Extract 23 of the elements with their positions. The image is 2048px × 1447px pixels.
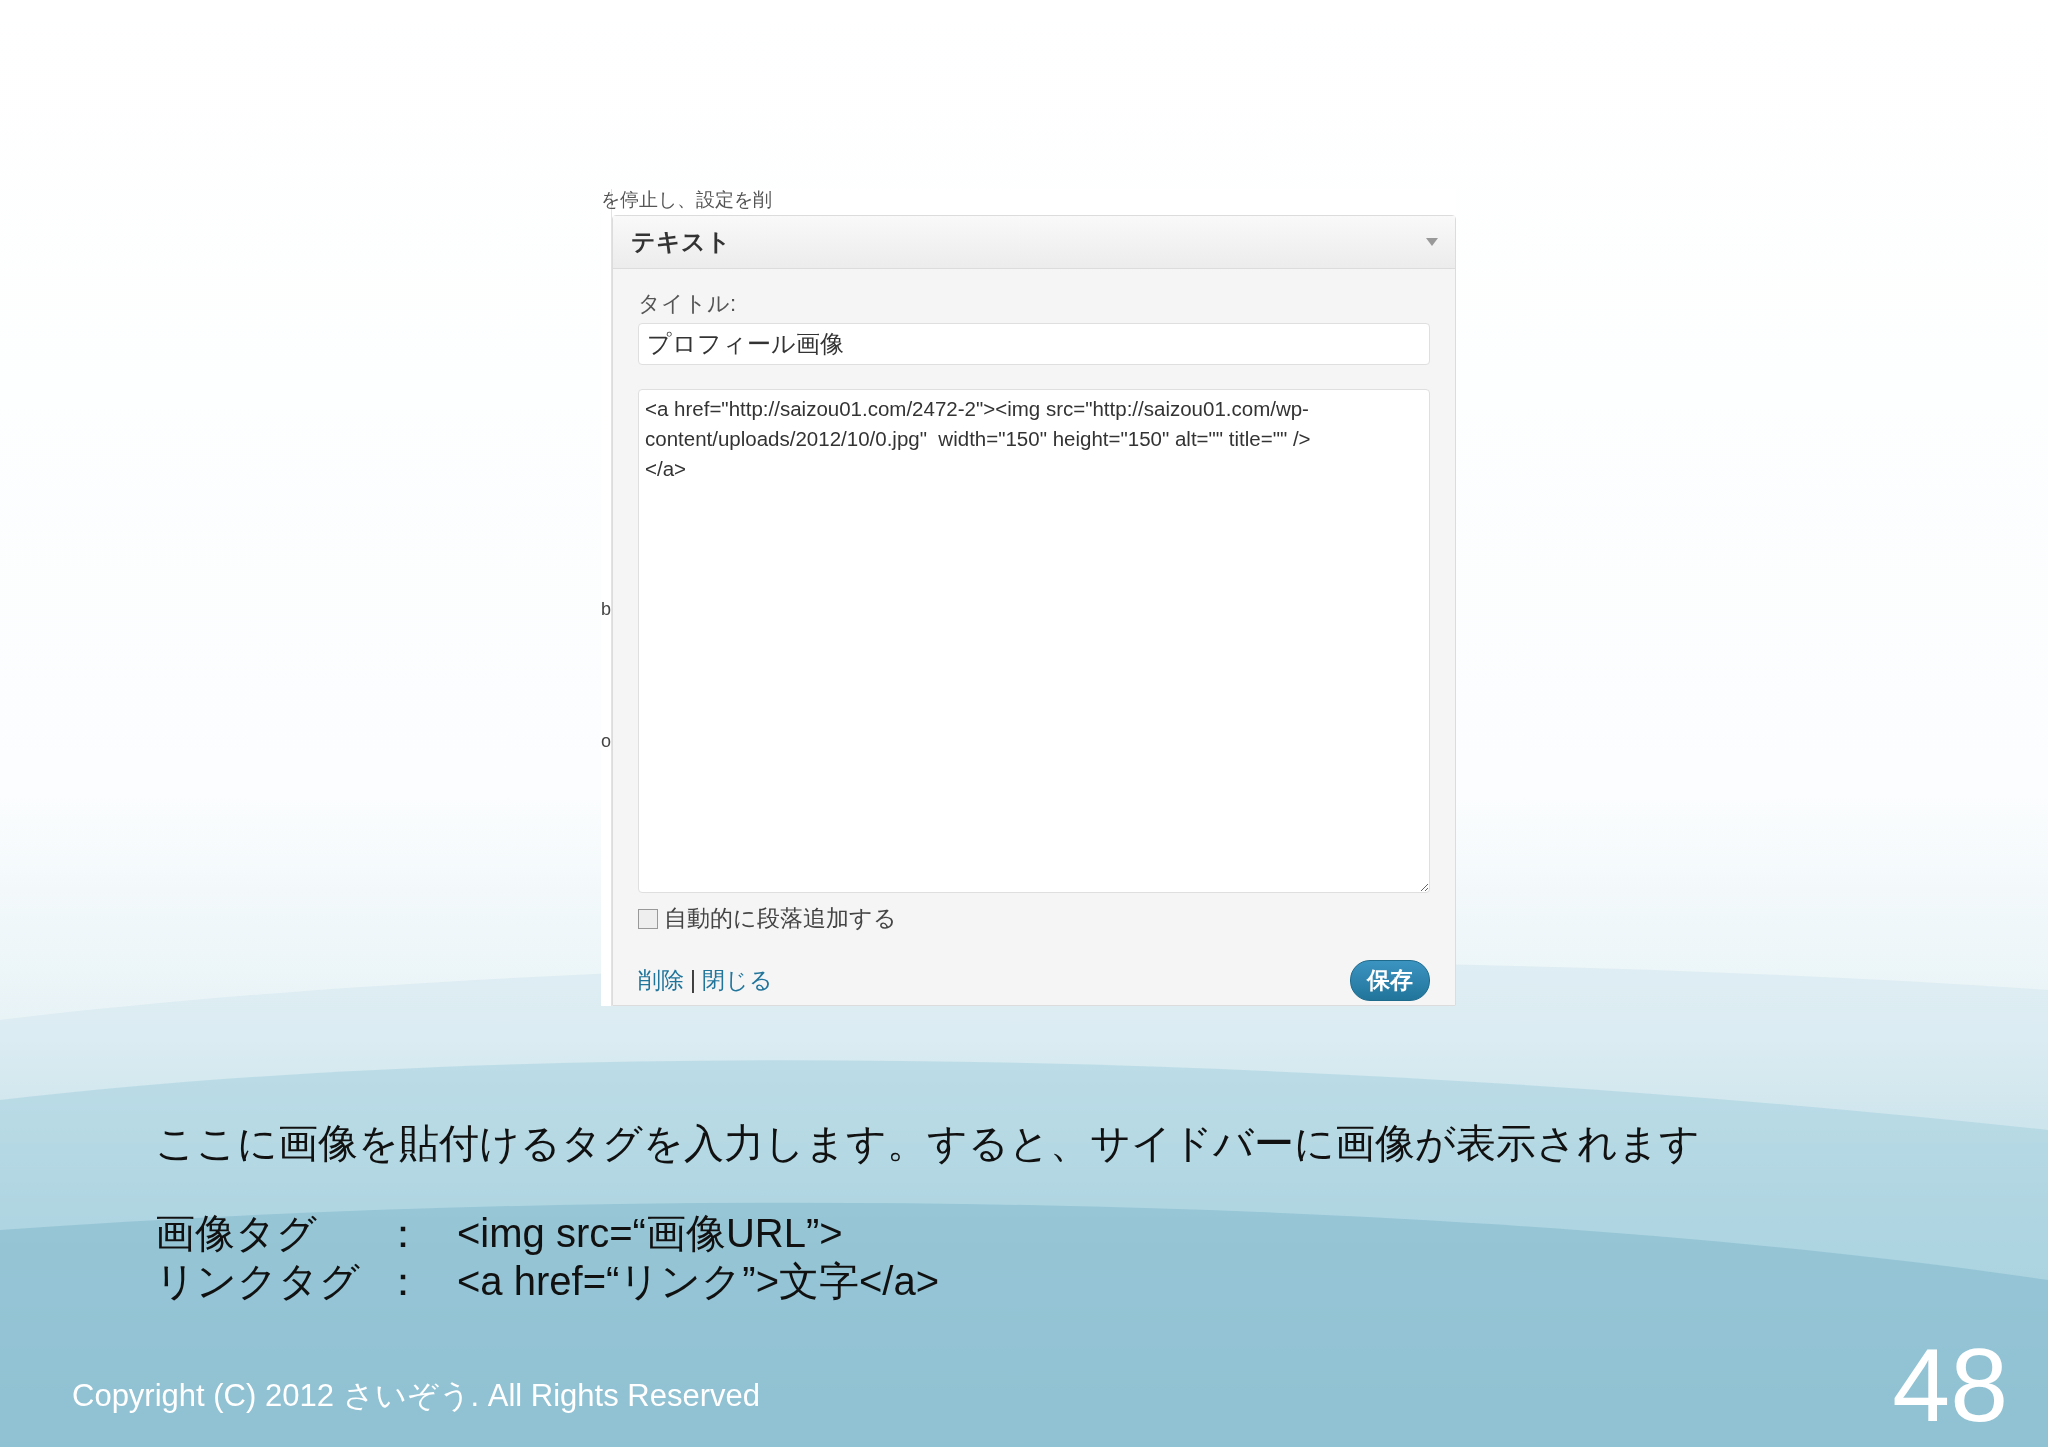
copyright-text: Copyright (C) 2012 さいぞう. All Rights Reserved [72,1377,760,1415]
checkbox[interactable] [638,908,658,929]
close-link[interactable]: 閉じる [702,965,773,996]
tag-label: リンクタグ [155,1258,361,1305]
tag-label: 画像タグ [155,1210,318,1257]
checkbox-label: 自動的に段落追加する [664,904,897,933]
cut-text: b [601,599,611,620]
colon: ： [383,1210,424,1257]
save-button[interactable]: 保存 [1350,960,1430,1001]
field-label: タイトル: [638,290,738,318]
tag-example: <img src=“画像URL”> [457,1210,844,1257]
collapse-arrow-icon[interactable] [1425,237,1439,247]
cut-text: o [601,731,611,752]
delete-link[interactable]: 削除 [638,965,684,996]
title-field[interactable]: プロフィール画像 [638,323,1430,365]
content-field[interactable]: <a href="http://saizou01.com/2472-2"><img src="http://saizou01.com/wp-content/uploads/2012/10/0.jpg" width="150" height="150" alt="" title="" /> </a> [638,389,1430,893]
widget-title: テキスト [631,227,731,257]
description-text: ここに画像を貼付けるタグを入力します。すると、サイドバーに画像が表示されます [155,1120,1701,1167]
separator: | [690,967,696,994]
page-number: 48 [1892,1333,2008,1437]
colon: ： [383,1258,424,1305]
background-text: を停止し、設定を削 [601,189,772,211]
tag-example: <a href=“リンク”>文字</a> [457,1258,941,1305]
